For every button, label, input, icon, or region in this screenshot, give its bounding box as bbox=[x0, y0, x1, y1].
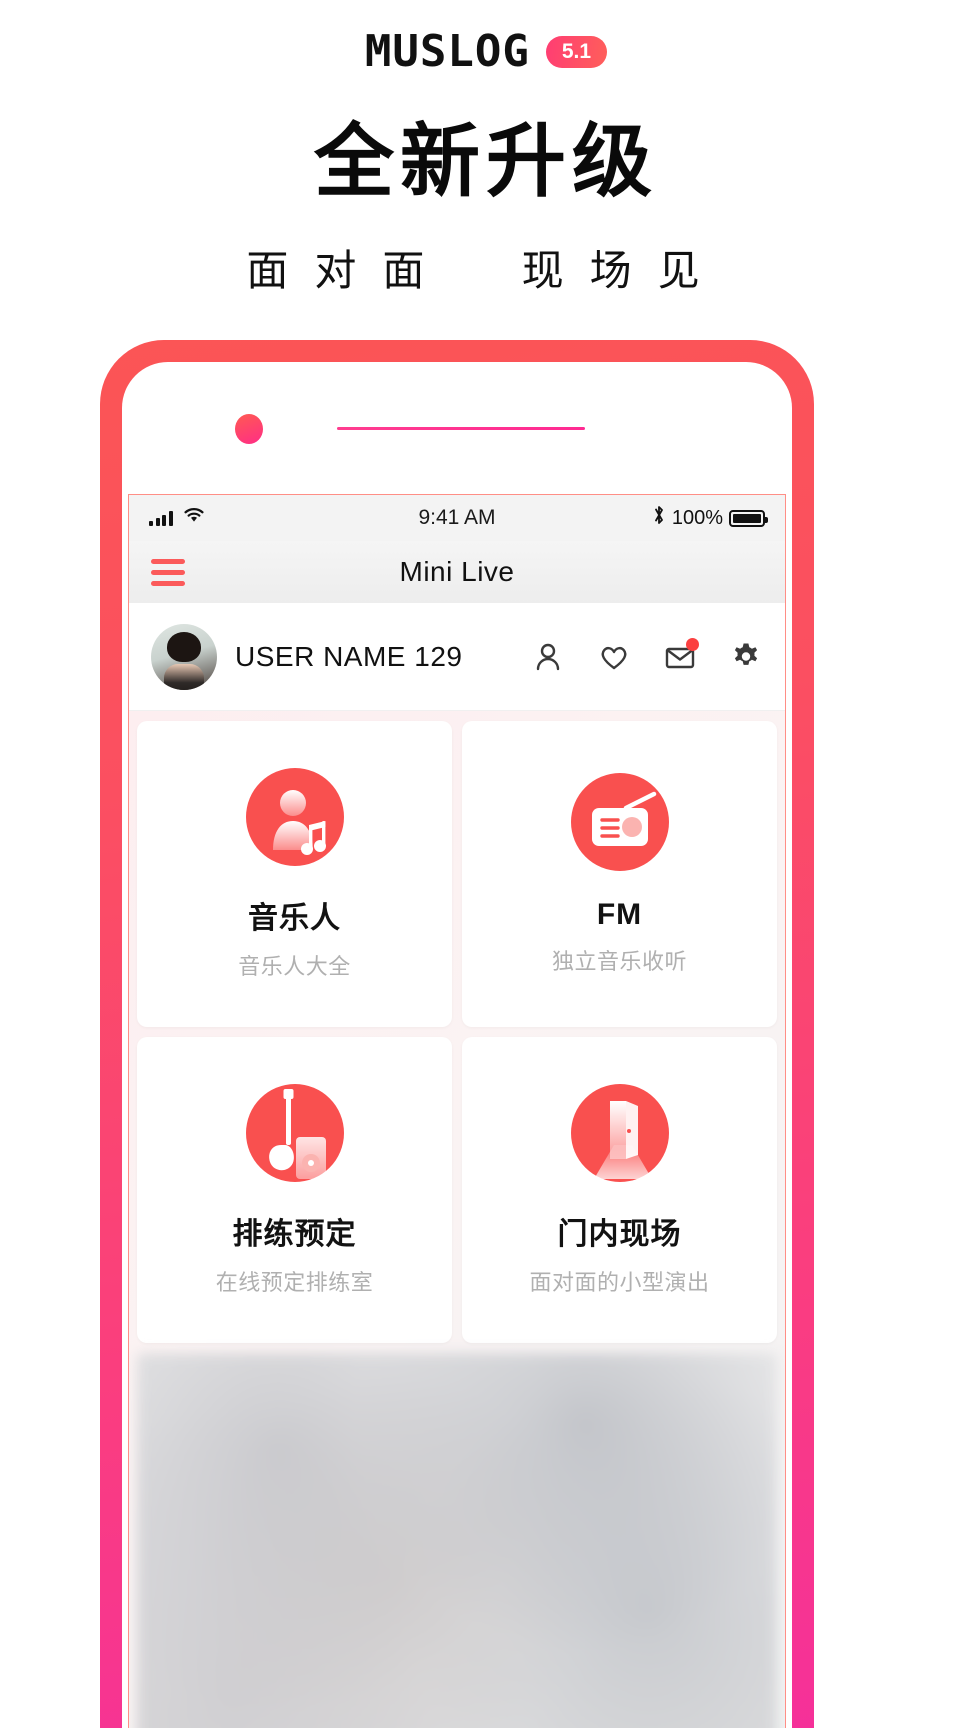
user-row: USER NAME 129 bbox=[129, 603, 785, 711]
phone-bezel-top bbox=[122, 362, 792, 494]
profile-icon[interactable] bbox=[531, 640, 565, 674]
subheadline-left: 面对面 bbox=[246, 247, 451, 294]
guitar-amp-icon bbox=[245, 1084, 344, 1182]
door-icon bbox=[570, 1084, 669, 1182]
headline: 全新升级 bbox=[314, 117, 658, 206]
user-action-icons bbox=[531, 637, 763, 674]
card-subtitle: 面对面的小型演出 bbox=[529, 1270, 710, 1295]
bluetooth-icon bbox=[652, 504, 666, 532]
card-title: 音乐人 bbox=[248, 902, 341, 935]
version-badge: 5.1 bbox=[545, 36, 608, 68]
feature-card-fm[interactable]: FM 独立音乐收听 bbox=[462, 721, 777, 1027]
phone-screen: 9:41 AM 100% Mini Live USER NAME 129 音乐人… bbox=[122, 362, 792, 1728]
brand-header: MUSLOG 5.1 bbox=[0, 30, 972, 74]
status-bar: 9:41 AM 100% bbox=[129, 495, 785, 541]
mail-icon[interactable] bbox=[663, 637, 699, 674]
battery-full-icon bbox=[729, 509, 768, 527]
radio-icon bbox=[570, 773, 669, 871]
card-subtitle: 音乐人大全 bbox=[238, 954, 351, 979]
feature-card-rehearsal[interactable]: 排练预定 在线预定排练室 bbox=[137, 1037, 452, 1343]
card-title: 排练预定 bbox=[232, 1218, 357, 1251]
card-title: 门内现场 bbox=[557, 1218, 682, 1251]
status-right: 100% bbox=[652, 504, 768, 532]
feature-grid: 音乐人 音乐人大全 FM 独立音乐收听 排练预定 在线预定排练室 门内现场 面对… bbox=[137, 721, 777, 1343]
avatar[interactable] bbox=[151, 623, 217, 690]
battery-percent-label: 100% bbox=[671, 506, 723, 529]
card-subtitle: 在线预定排练室 bbox=[215, 1270, 374, 1295]
promo-page: MUSLOG 5.1 全新升级 面对面 现场见 9:41 AM 100% Min… bbox=[0, 0, 972, 1728]
feature-card-live[interactable]: 门内现场 面对面的小型演出 bbox=[462, 1037, 777, 1343]
gear-icon[interactable] bbox=[729, 640, 763, 674]
heart-icon[interactable] bbox=[597, 640, 631, 674]
phone-mockup: 9:41 AM 100% Mini Live USER NAME 129 音乐人… bbox=[100, 340, 814, 1728]
app-logo: MUSLOG bbox=[364, 26, 530, 77]
card-subtitle: 独立音乐收听 bbox=[551, 949, 687, 974]
camera-icon bbox=[235, 414, 263, 444]
card-title: FM bbox=[596, 898, 643, 931]
page-title: Mini Live bbox=[399, 556, 515, 587]
app-viewport: 9:41 AM 100% Mini Live USER NAME 129 音乐人… bbox=[128, 494, 786, 1728]
feature-grid-wrapper: 音乐人 音乐人大全 FM 独立音乐收听 排练预定 在线预定排练室 门内现场 面对… bbox=[129, 711, 785, 1728]
musician-icon bbox=[245, 768, 344, 866]
unread-badge bbox=[686, 637, 699, 651]
nav-bar: Mini Live bbox=[129, 541, 785, 603]
subheadline-right: 现场见 bbox=[521, 247, 726, 294]
blurred-content-preview bbox=[137, 1353, 777, 1728]
feature-card-musician[interactable]: 音乐人 音乐人大全 bbox=[137, 721, 452, 1027]
subheadline: 面对面 现场见 bbox=[0, 246, 972, 296]
speaker-grill bbox=[337, 427, 585, 430]
user-name: USER NAME 129 bbox=[235, 640, 463, 672]
